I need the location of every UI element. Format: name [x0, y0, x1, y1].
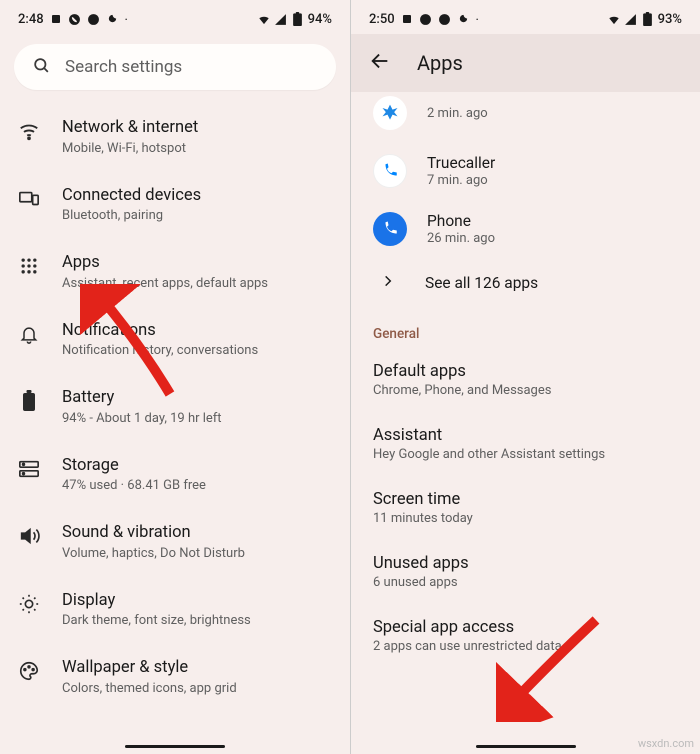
back-button[interactable] [369, 50, 391, 76]
apps-settings-screen: 2:50 · 93% Apps 2 min. ago Truecaller7 m… [350, 0, 700, 754]
status-time: 2:50 [369, 12, 395, 27]
settings-main-screen: 2:48 · 94% Search settings Network & int… [0, 0, 350, 754]
notif-icon [400, 12, 414, 26]
wifi-icon [607, 12, 621, 26]
general-item-unused-apps[interactable]: Unused apps 6 unused apps [351, 540, 700, 604]
general-item-screen-time[interactable]: Screen time 11 minutes today [351, 476, 700, 540]
battery-icon [18, 390, 40, 412]
item-subtitle: 6 unused apps [373, 575, 678, 590]
battery-pct: 93% [658, 12, 682, 27]
general-item-default-apps[interactable]: Default apps Chrome, Phone, and Messages [351, 348, 700, 412]
nav-handle[interactable] [476, 745, 576, 748]
app-time: 2 min. ago [427, 106, 488, 121]
item-title: Display [62, 591, 251, 612]
item-title: Network & internet [62, 118, 198, 139]
devices-icon [18, 188, 40, 210]
call-icon-2 [87, 12, 101, 26]
nav-handle[interactable] [125, 745, 225, 748]
general-item-special-access[interactable]: Special app access 2 apps can use unrest… [351, 604, 700, 668]
app-bar: Apps [351, 34, 700, 92]
app-name: Phone [427, 212, 495, 230]
apps-icon [18, 255, 40, 277]
status-bar: 2:48 · 94% [0, 0, 350, 34]
item-title: Connected devices [62, 186, 201, 207]
item-subtitle: 2 apps can use unrestricted data [373, 639, 678, 654]
item-subtitle: Notification history, conversations [62, 343, 258, 360]
settings-item-storage[interactable]: Storage47% used · 68.41 GB free [0, 442, 350, 510]
more-indicator: · [125, 13, 128, 26]
item-title: Default apps [373, 362, 678, 381]
item-subtitle: Assistant, recent apps, default apps [62, 276, 268, 293]
chevron-right-icon [381, 274, 395, 292]
search-icon [32, 56, 51, 79]
watermark: wsxdn.com [638, 737, 694, 750]
item-subtitle: Volume, haptics, Do Not Disturb [62, 546, 245, 563]
app-icon-generic [373, 96, 407, 130]
general-item-assistant[interactable]: Assistant Hey Google and other Assistant… [351, 412, 700, 476]
signal-icon [274, 12, 288, 26]
item-title: Notifications [62, 321, 258, 342]
item-subtitle: Chrome, Phone, and Messages [373, 383, 678, 398]
item-subtitle: Colors, themed icons, app grid [62, 681, 237, 698]
settings-item-wallpaper[interactable]: Wallpaper & style Colors, themed icons, a… [0, 644, 350, 712]
call-icon [68, 12, 82, 26]
section-general: General [351, 308, 700, 348]
item-title: Unused apps [373, 554, 678, 573]
status-bar: 2:50 · 93% [351, 0, 700, 34]
phone-icon [373, 212, 407, 246]
dnd-icon [457, 12, 471, 26]
item-subtitle: 47% used · 68.41 GB free [62, 478, 206, 495]
item-title: Screen time [373, 490, 678, 509]
item-subtitle: 94% - About 1 day, 19 hr left [62, 411, 222, 428]
call-icon-2 [438, 12, 452, 26]
item-title: Storage [62, 456, 206, 477]
call-icon [419, 12, 433, 26]
settings-item-apps[interactable]: Apps Assistant, recent apps, default apps [0, 239, 350, 307]
settings-item-network[interactable]: Network & internet Mobile, Wi-Fi, hotspot [0, 104, 350, 172]
wifi-icon [18, 120, 40, 142]
battery-pct: 94% [308, 12, 332, 27]
more-indicator: · [476, 13, 479, 26]
item-subtitle: 11 minutes today [373, 511, 678, 526]
item-subtitle: Hey Google and other Assistant settings [373, 447, 678, 462]
recent-app-row[interactable]: 2 min. ago [351, 92, 700, 142]
item-title: Battery [62, 388, 222, 409]
item-subtitle: Bluetooth, pairing [62, 208, 201, 225]
item-subtitle: Dark theme, font size, brightness [62, 613, 251, 630]
wifi-icon [257, 12, 271, 26]
app-time: 26 min. ago [427, 231, 495, 246]
bell-icon [18, 323, 40, 345]
item-title: Apps [62, 253, 268, 274]
see-all-label: See all 126 apps [425, 274, 538, 292]
truecaller-icon [373, 154, 407, 188]
item-title: Special app access [373, 618, 678, 637]
item-title: Assistant [373, 426, 678, 445]
status-time: 2:48 [18, 12, 44, 27]
settings-item-sound[interactable]: Sound & vibration Volume, haptics, Do Not… [0, 509, 350, 577]
app-time: 7 min. ago [427, 173, 495, 188]
notif-icon [49, 12, 63, 26]
signal-icon [624, 12, 638, 26]
recent-app-row[interactable]: Phone26 min. ago [351, 200, 700, 258]
settings-item-display[interactable]: DisplayDark theme, font size, brightness [0, 577, 350, 645]
recent-app-row[interactable]: Truecaller7 min. ago [351, 142, 700, 200]
storage-icon [18, 458, 40, 480]
item-title: Wallpaper & style [62, 658, 237, 679]
sound-icon [18, 525, 40, 547]
settings-item-battery[interactable]: Battery 94% - About 1 day, 19 hr left [0, 374, 350, 442]
settings-item-connected[interactable]: Connected devicesBluetooth, pairing [0, 172, 350, 240]
dnd-icon [106, 12, 120, 26]
battery-icon [641, 12, 655, 26]
search-placeholder: Search settings [65, 57, 182, 77]
item-title: Sound & vibration [62, 523, 245, 544]
palette-icon [18, 660, 40, 682]
see-all-apps[interactable]: See all 126 apps [351, 258, 700, 308]
item-subtitle: Mobile, Wi-Fi, hotspot [62, 141, 198, 158]
page-title: Apps [417, 51, 463, 75]
battery-icon [291, 12, 305, 26]
app-name: Truecaller [427, 154, 495, 172]
settings-item-notifications[interactable]: NotificationsNotification history, conve… [0, 307, 350, 375]
search-settings-bar[interactable]: Search settings [14, 44, 336, 90]
brightness-icon [18, 593, 40, 615]
